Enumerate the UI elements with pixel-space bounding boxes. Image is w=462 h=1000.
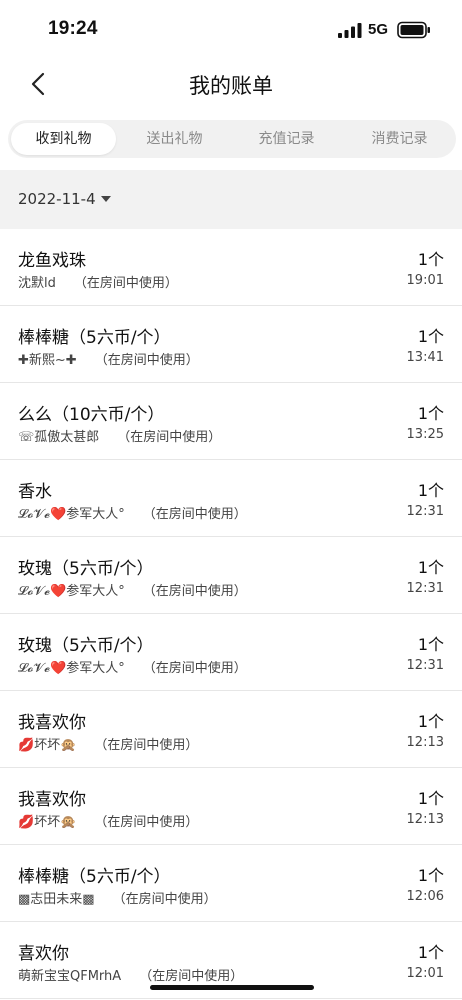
sender-line: 沈默ld （在房间中使用） xyxy=(18,272,178,291)
tab-bar: 收到礼物 送出礼物 充值记录 消费记录 xyxy=(8,120,456,158)
status-bar: 19:24 5G xyxy=(0,0,462,62)
record-time: 12:31 xyxy=(406,581,444,596)
record-row[interactable]: 香水 𝓛𝓸𝓥𝓮❤️参军大人° （在房间中使用） 1个 12:31 xyxy=(0,460,462,537)
gift-name: 龙鱼戏珠 xyxy=(18,251,86,271)
gift-quantity: 1个 xyxy=(417,866,444,885)
sender-name: 𝓛𝓸𝓥𝓮❤️参军大人° xyxy=(18,661,125,676)
sender-name: 萌新宝宝QFMrhA xyxy=(18,969,122,984)
sender-line: ▩志田未来▩ （在房间中使用） xyxy=(18,888,217,907)
sender-name: 💋坏坏🙊 xyxy=(18,815,77,830)
sender-line: 💋坏坏🙊 （在房间中使用） xyxy=(18,811,198,830)
gift-record-list: 龙鱼戏珠 沈默ld （在房间中使用） 1个 19:01 棒棒糖（5六币/个） ✚新… xyxy=(0,229,462,999)
signal-bars-icon xyxy=(338,23,362,38)
tab-sent-gifts[interactable]: 送出礼物 xyxy=(122,123,227,155)
usage-note: （在房间中使用） xyxy=(112,892,217,907)
sender-line: 💋坏坏🙊 （在房间中使用） xyxy=(18,734,198,753)
gift-name: 玫瑰（5六币/个） xyxy=(18,559,154,579)
record-row[interactable]: 么么（10六币/个） ☏孤傲太甚郎 （在房间中使用） 1个 13:25 xyxy=(0,383,462,460)
sender-line: ☏孤傲太甚郎 （在房间中使用） xyxy=(18,426,221,445)
usage-note: （在房间中使用） xyxy=(73,276,178,291)
tab-recharge-records[interactable]: 充值记录 xyxy=(234,123,339,155)
gift-quantity: 1个 xyxy=(417,943,444,962)
record-row[interactable]: 龙鱼戏珠 沈默ld （在房间中使用） 1个 19:01 xyxy=(0,229,462,306)
tab-consumption-records[interactable]: 消费记录 xyxy=(347,123,452,155)
sender-name: 沈默ld xyxy=(18,276,56,291)
record-row[interactable]: 棒棒糖（5六币/个） ✚新熙~✚ （在房间中使用） 1个 13:41 xyxy=(0,306,462,383)
record-row[interactable]: 棒棒糖（5六币/个） ▩志田未来▩ （在房间中使用） 1个 12:06 xyxy=(0,845,462,922)
sender-name: ✚新熙~✚ xyxy=(18,353,77,368)
record-time: 12:31 xyxy=(406,658,444,673)
network-label: 5G xyxy=(368,21,389,38)
gift-quantity: 1个 xyxy=(417,404,444,423)
sender-name: ▩志田未来▩ xyxy=(18,892,95,907)
caret-down-icon xyxy=(100,196,111,202)
gift-quantity: 1个 xyxy=(417,789,444,808)
sender-name: 💋坏坏🙊 xyxy=(18,738,77,753)
usage-note: （在房间中使用） xyxy=(142,584,247,599)
usage-note: （在房间中使用） xyxy=(94,738,199,753)
record-time: 12:13 xyxy=(406,812,444,827)
gift-name: 棒棒糖（5六币/个） xyxy=(18,328,171,348)
record-row[interactable]: 玫瑰（5六币/个） 𝓛𝓸𝓥𝓮❤️参军大人° （在房间中使用） 1个 12:31 xyxy=(0,614,462,691)
sender-line: 萌新宝宝QFMrhA （在房间中使用） xyxy=(18,965,243,984)
nav-bar: 我的账单 xyxy=(0,62,462,110)
date-filter[interactable]: 2022-11-4 xyxy=(18,190,111,208)
date-label: 2022-11-4 xyxy=(18,190,96,208)
date-bar: 2022-11-4 xyxy=(0,170,462,229)
usage-note: （在房间中使用） xyxy=(94,353,199,368)
gift-quantity: 1个 xyxy=(417,635,444,654)
tab-received-gifts[interactable]: 收到礼物 xyxy=(11,123,116,155)
gift-name: 喜欢你 xyxy=(18,944,69,964)
record-time: 19:01 xyxy=(406,273,444,288)
sender-line: ✚新熙~✚ （在房间中使用） xyxy=(18,349,199,368)
gift-name: 我喜欢你 xyxy=(18,713,86,733)
gift-quantity: 1个 xyxy=(417,327,444,346)
record-row[interactable]: 玫瑰（5六币/个） 𝓛𝓸𝓥𝓮❤️参军大人° （在房间中使用） 1个 12:31 xyxy=(0,537,462,614)
record-time: 12:06 xyxy=(406,889,444,904)
record-time: 13:25 xyxy=(406,427,444,442)
usage-note: （在房间中使用） xyxy=(94,815,199,830)
battery-icon xyxy=(397,21,430,39)
gift-name: 香水 xyxy=(18,482,52,502)
home-indicator[interactable] xyxy=(150,985,314,990)
usage-note: （在房间中使用） xyxy=(117,430,222,445)
gift-name: 棒棒糖（5六币/个） xyxy=(18,867,171,887)
record-time: 12:31 xyxy=(406,504,444,519)
gift-quantity: 1个 xyxy=(417,558,444,577)
record-row[interactable]: 我喜欢你 💋坏坏🙊 （在房间中使用） 1个 12:13 xyxy=(0,691,462,768)
sender-line: 𝓛𝓸𝓥𝓮❤️参军大人° （在房间中使用） xyxy=(18,503,247,522)
sender-name: 𝓛𝓸𝓥𝓮❤️参军大人° xyxy=(18,584,125,599)
usage-note: （在房间中使用） xyxy=(139,969,244,984)
record-time: 13:41 xyxy=(406,350,444,365)
record-time: 12:01 xyxy=(406,966,444,981)
gift-name: 玫瑰（5六币/个） xyxy=(18,636,154,656)
record-row[interactable]: 我喜欢你 💋坏坏🙊 （在房间中使用） 1个 12:13 xyxy=(0,768,462,845)
status-time: 19:24 xyxy=(48,18,98,39)
record-time: 12:13 xyxy=(406,735,444,750)
usage-note: （在房间中使用） xyxy=(142,661,247,676)
sender-line: 𝓛𝓸𝓥𝓮❤️参军大人° （在房间中使用） xyxy=(18,657,247,676)
usage-note: （在房间中使用） xyxy=(142,507,247,522)
sender-name: 𝓛𝓸𝓥𝓮❤️参军大人° xyxy=(18,507,125,522)
gift-quantity: 1个 xyxy=(417,481,444,500)
sender-name: ☏孤傲太甚郎 xyxy=(18,430,100,445)
gift-name: 我喜欢你 xyxy=(18,790,86,810)
sender-line: 𝓛𝓸𝓥𝓮❤️参军大人° （在房间中使用） xyxy=(18,580,247,599)
gift-quantity: 1个 xyxy=(417,712,444,731)
page-title: 我的账单 xyxy=(189,74,273,98)
gift-quantity: 1个 xyxy=(417,250,444,269)
gift-name: 么么（10六币/个） xyxy=(18,405,165,425)
